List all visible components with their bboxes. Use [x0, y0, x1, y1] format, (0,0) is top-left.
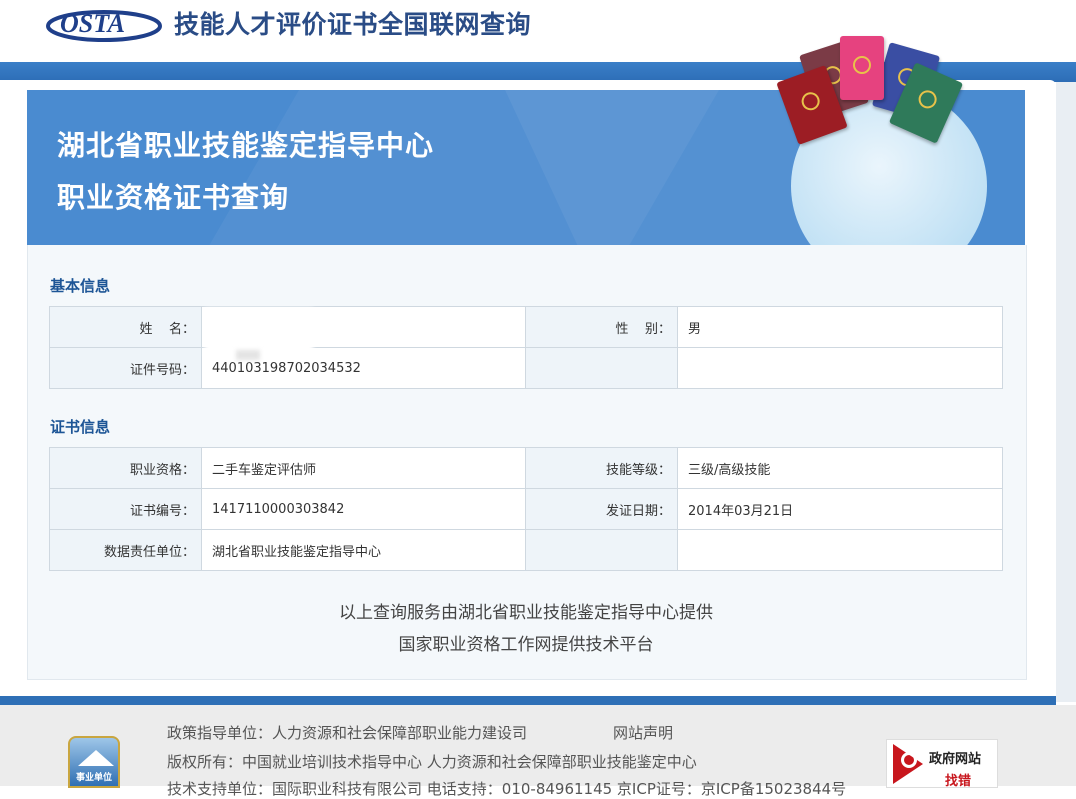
name-label: 姓 名： [49, 306, 202, 348]
table-row: 数据责任单位： 湖北省职业技能鉴定指导中心 [49, 529, 1003, 571]
magnifier-icon [901, 752, 917, 768]
empty-cell [677, 529, 1003, 571]
badge-text: 事业单位 [75, 773, 112, 783]
issue-date-value: 2014年03月21日 [677, 488, 1003, 530]
table-row: 姓 名： 性 别： 男 [49, 306, 1003, 348]
empty-cell [525, 529, 678, 571]
cert-info-table: 职业资格： 二手车鉴定评估师 技能等级： 三级/高级技能 证书编号： 14171… [49, 447, 1003, 571]
logo-text: OSTA [60, 9, 125, 38]
certificate-book-icon [840, 36, 884, 100]
table-row: 证件号码： 440103198702034532 [49, 347, 1003, 389]
table-row: 职业资格： 二手车鉴定评估师 技能等级： 三级/高级技能 [49, 447, 1003, 489]
gender-value: 男 [677, 306, 1003, 348]
platform-note: 国家职业资格工作网提供技术平台 [398, 635, 654, 655]
empty-cell [525, 347, 678, 389]
unit-label: 数据责任单位： [49, 529, 202, 571]
service-note: 以上查询服务由湖北省职业技能鉴定指导中心提供 [339, 603, 713, 623]
site-statement-link[interactable]: 网站声明 [613, 722, 673, 743]
qualification-label: 职业资格： [49, 447, 202, 489]
gov-site-label: 政府网站 [929, 752, 982, 767]
footer-band [0, 696, 1056, 705]
find-error-label: 找错 [945, 774, 972, 789]
issue-date-label: 发证日期： [525, 488, 678, 530]
qualification-value: 二手车鉴定评估师 [201, 447, 526, 489]
support-text: 技术支持单位：国际职业科技有限公司 电话支持：010-84961145 京ICP… [167, 780, 847, 798]
basic-info-table: 姓 名： 性 别： 男 证件号码： 440103198702034532 [49, 306, 1003, 389]
id-label: 证件号码： [49, 347, 202, 389]
copyright-text: 版权所有：中国就业培训技术指导中心 人力资源和社会保障部职业技能鉴定中心 [167, 753, 697, 771]
banner-title: 湖北省职业技能鉴定指导中心 [57, 129, 435, 162]
basic-info-heading: 基本信息 [50, 277, 111, 295]
cert-info-heading: 证书信息 [50, 418, 111, 436]
policy-unit-text: 政策指导单位：人力资源和社会保障部职业能力建设司 [167, 724, 528, 742]
gov-site-error-report[interactable]: 政府网站 找错 [886, 739, 998, 789]
page-edge [1056, 82, 1076, 702]
level-value: 三级/高级技能 [677, 447, 1003, 489]
cert-no-label: 证书编号： [49, 488, 202, 530]
table-row: 证书编号： 1417110000303842 发证日期： 2014年03月21日 [49, 488, 1003, 530]
mountain-icon [78, 750, 114, 766]
unit-value: 湖北省职业技能鉴定指导中心 [201, 529, 526, 571]
public-institution-badge[interactable]: 事业单位 [68, 736, 120, 788]
query-banner: 湖北省职业技能鉴定指导中心 职业资格证书查询 [27, 90, 1025, 245]
site-title: 技能人才评价证书全国联网查询 [174, 10, 532, 39]
osta-logo[interactable]: OSTA [46, 4, 164, 42]
redaction-mask [236, 350, 260, 360]
gender-label: 性 别： [525, 306, 678, 348]
cert-no-value: 1417110000303842 [201, 488, 526, 530]
empty-cell [677, 347, 1003, 389]
banner-subtitle: 职业资格证书查询 [57, 181, 290, 214]
level-label: 技能等级： [525, 447, 678, 489]
